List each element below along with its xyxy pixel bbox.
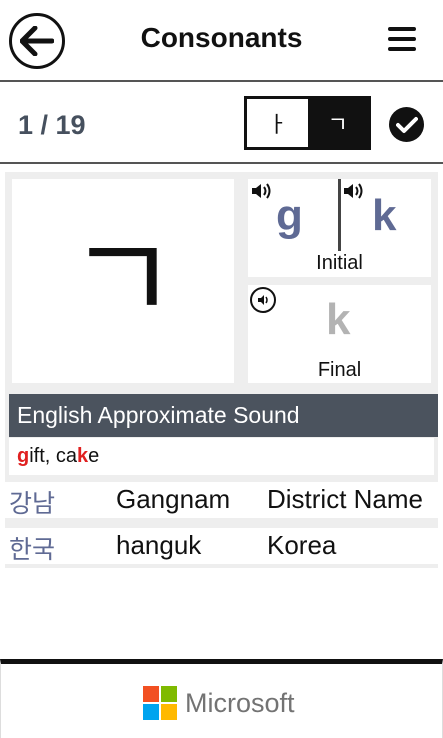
toggle-vowel[interactable]: ㅏ [247,99,308,147]
toolbar: 1 / 19 ㅏ ㄱ [0,84,443,164]
character-type-toggle[interactable]: ㅏ ㄱ [244,96,371,150]
page-title: Consonants [140,22,303,53]
initial-sound-card: g k Initial [248,179,431,277]
word-korean: 강남 [9,489,56,518]
word-romanized: hanguk [116,530,202,560]
speaker-icon[interactable] [342,182,364,200]
initial-sound-1[interactable]: g [276,191,303,241]
progress-counter: 1 / 19 [18,110,86,140]
word-row[interactable]: 한국 hanguk Korea [5,528,438,564]
check-button[interactable] [389,107,424,142]
brand-name: Microsoft [185,687,295,718]
final-sound-card: k Final [248,285,431,383]
microsoft-logo[interactable]: Microsoft [143,686,295,720]
toggle-consonant[interactable]: ㄱ [307,99,368,147]
hamburger-menu-icon [388,27,416,31]
word-row[interactable]: 강남 Gangnam District Name [5,482,438,518]
menu-button[interactable] [388,27,416,51]
checkmark-icon [395,116,418,133]
final-sound[interactable]: k [326,295,350,345]
example-text: ift, ca [29,445,78,467]
initial-sound-2[interactable]: k [372,191,396,241]
highlight-letter: k [77,445,89,467]
example-text: e [88,445,100,467]
speaker-icon[interactable] [250,182,272,200]
word-meaning: District Name [267,484,424,514]
microsoft-logo-icon [143,686,177,720]
approx-sound-heading: English Approximate Sound [9,394,438,437]
sound-divider [338,179,341,251]
letter-card[interactable]: ㄱ [12,179,234,383]
letter-content: ㄱ g k Initial k Final English Approximat… [5,172,438,568]
highlight-letter: g [17,445,30,467]
speaker-muted-icon[interactable] [250,287,276,313]
initial-label: Initial [316,252,363,274]
word-korean: 한국 [9,535,56,564]
final-label: Final [317,359,362,381]
word-romanized: Gangnam [116,484,231,514]
app-header: Consonants [0,0,443,82]
footer-ad[interactable]: Microsoft [0,659,443,738]
approx-sound-examples: gift, cake [9,438,434,475]
letter-character: ㄱ [67,211,179,350]
word-meaning: Korea [267,530,337,560]
